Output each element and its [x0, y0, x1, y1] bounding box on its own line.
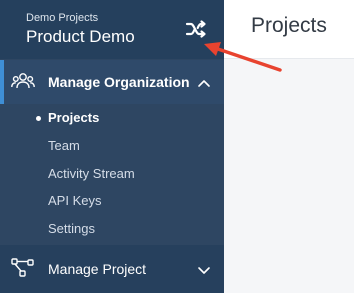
main-content — [224, 59, 354, 293]
sidebar: Demo Projects Product Demo Manage Organi… — [0, 0, 224, 293]
section-manage-project[interactable]: Manage Project — [0, 245, 224, 293]
sidebar-item-team[interactable]: Team — [48, 138, 80, 158]
annotation-arrow — [204, 42, 282, 72]
active-item-bullet — [36, 116, 41, 121]
sidebar-item-projects[interactable]: Projects — [48, 110, 99, 130]
current-project-name: Product Demo — [26, 27, 135, 46]
section-label-manage-project: Manage Project — [48, 261, 147, 277]
sidebar-item-api-keys[interactable]: API Keys — [48, 193, 101, 213]
users-icon — [11, 71, 35, 93]
section-label-manage-organization: Manage Organization — [48, 74, 190, 90]
section-manage-organization[interactable]: Manage Organization — [0, 60, 224, 104]
nodes-icon — [11, 257, 35, 279]
org-switcher[interactable]: Demo Projects Product Demo — [0, 0, 224, 59]
chevron-down-icon — [197, 263, 211, 275]
org-parent-label: Demo Projects — [26, 12, 99, 24]
sidebar-item-activity-stream[interactable]: Activity Stream — [48, 166, 135, 186]
sidebar-item-settings[interactable]: Settings — [48, 221, 95, 241]
page-title: Projects — [251, 14, 327, 37]
active-indicator — [0, 60, 4, 104]
